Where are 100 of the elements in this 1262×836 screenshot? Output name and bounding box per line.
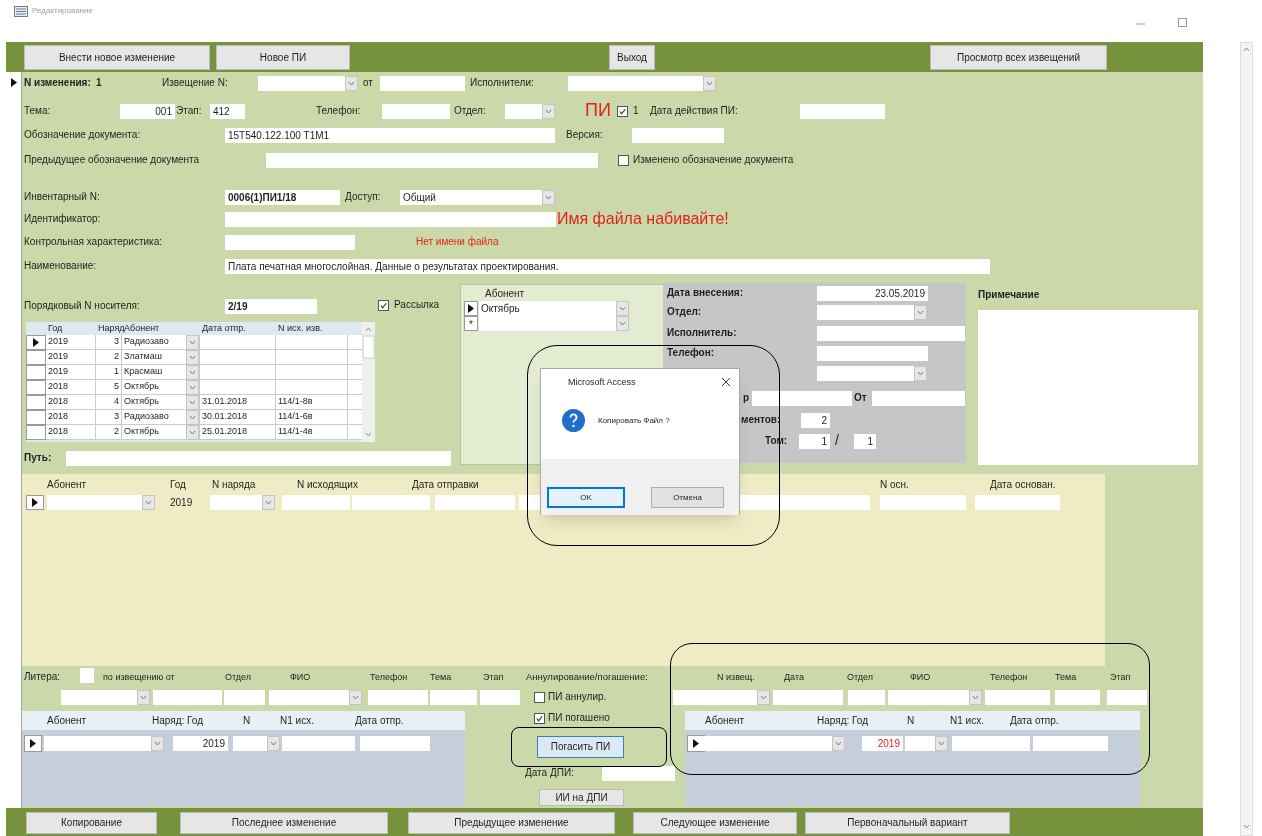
checkbox[interactable] bbox=[534, 692, 545, 703]
input-field[interactable] bbox=[740, 495, 870, 510]
input-field[interactable] bbox=[773, 690, 843, 705]
input-field[interactable]: 23.05.2019 bbox=[817, 286, 928, 301]
toolbar-button[interactable]: Новое ПИ bbox=[216, 45, 350, 70]
maximize-icon[interactable] bbox=[1178, 18, 1187, 27]
input-field[interactable] bbox=[752, 391, 852, 406]
navigation-button[interactable]: Первоначальный вариант bbox=[805, 812, 1010, 834]
input-field[interactable]: 2/19 bbox=[225, 299, 317, 314]
checkbox[interactable] bbox=[534, 713, 545, 724]
input-field[interactable] bbox=[80, 668, 94, 683]
navigation-button[interactable]: Следующее изменение bbox=[633, 812, 797, 834]
input-field[interactable] bbox=[985, 690, 1050, 705]
input-field[interactable] bbox=[880, 495, 966, 510]
input-field[interactable] bbox=[266, 153, 598, 168]
note-field[interactable] bbox=[978, 310, 1198, 465]
field-label: Предыдущее обозначение документа bbox=[24, 153, 200, 167]
input-field[interactable] bbox=[1107, 690, 1147, 705]
input-field[interactable] bbox=[848, 690, 885, 705]
combo-box[interactable] bbox=[258, 76, 358, 91]
checkbox[interactable] bbox=[378, 300, 389, 311]
input-field[interactable] bbox=[360, 736, 430, 751]
input-field[interactable] bbox=[952, 736, 1030, 751]
input-field[interactable] bbox=[975, 495, 1060, 510]
input-field[interactable] bbox=[282, 736, 355, 751]
column-header: N исх. изв. bbox=[277, 322, 324, 335]
caret-icon bbox=[616, 316, 629, 331]
combo-box[interactable] bbox=[905, 736, 948, 751]
input-field[interactable] bbox=[382, 104, 450, 119]
row-selector[interactable] bbox=[464, 301, 478, 316]
row-selector[interactable] bbox=[26, 335, 46, 350]
combo-box[interactable] bbox=[505, 104, 555, 119]
input-field[interactable] bbox=[225, 235, 355, 250]
input-field[interactable] bbox=[153, 690, 222, 705]
combo-box[interactable] bbox=[888, 690, 982, 705]
combo-box[interactable] bbox=[817, 305, 927, 320]
input-field[interactable] bbox=[1033, 736, 1108, 751]
input-field[interactable] bbox=[66, 451, 451, 466]
dpi-button[interactable]: ИИ на ДПИ bbox=[539, 789, 624, 806]
combo-box[interactable] bbox=[817, 366, 927, 381]
column-header: Год bbox=[170, 478, 186, 492]
input-field[interactable]: 412 bbox=[210, 104, 245, 119]
input-field[interactable] bbox=[800, 104, 885, 119]
scrollbar[interactable] bbox=[1240, 42, 1253, 836]
navigation-button[interactable]: Предыдущее изменение bbox=[408, 812, 615, 834]
input-field[interactable]: 001 bbox=[120, 104, 175, 119]
close-icon[interactable] bbox=[721, 377, 731, 387]
input-field[interactable] bbox=[1055, 690, 1100, 705]
navigation-button[interactable]: Последнее изменение bbox=[180, 812, 388, 834]
combo-box[interactable]: Общий bbox=[400, 190, 555, 205]
dialog-button[interactable]: OK bbox=[547, 487, 625, 508]
field-value: 1 bbox=[633, 104, 639, 118]
input-field[interactable] bbox=[225, 212, 556, 227]
input-field[interactable] bbox=[380, 76, 465, 91]
combo-box[interactable]: Октябрь bbox=[479, 301, 629, 316]
checkbox[interactable] bbox=[617, 106, 628, 117]
combo-box[interactable]: Октябрь bbox=[122, 425, 200, 440]
input-field[interactable]: Плата печатная многослойная. Данные о результатах проектирования. bbox=[225, 259, 990, 274]
input-field[interactable] bbox=[282, 495, 350, 510]
combo-box[interactable] bbox=[568, 76, 716, 91]
toolbar-button[interactable]: Внести новое изменение bbox=[24, 45, 210, 70]
input-field[interactable]: 2 bbox=[801, 413, 830, 428]
navigation-button[interactable]: Копирование bbox=[26, 812, 157, 834]
repay-button[interactable]: Погасить ПИ bbox=[537, 736, 624, 758]
input-field[interactable]: 1 bbox=[799, 434, 830, 449]
input-field[interactable]: 15Т540.122.100 Т1М1 bbox=[225, 128, 555, 143]
input-field[interactable] bbox=[224, 690, 265, 705]
input-field[interactable] bbox=[430, 690, 477, 705]
input-field[interactable] bbox=[872, 391, 965, 406]
row-selector[interactable] bbox=[26, 495, 44, 510]
combo-box[interactable] bbox=[233, 736, 280, 751]
input-field[interactable]: 1 bbox=[854, 434, 876, 449]
input-field[interactable] bbox=[480, 690, 520, 705]
combo-box[interactable] bbox=[673, 690, 770, 705]
checkbox[interactable] bbox=[618, 155, 629, 166]
row-selector[interactable] bbox=[687, 735, 705, 752]
combo-box[interactable] bbox=[210, 495, 275, 510]
input-field[interactable]: 2019 bbox=[173, 736, 228, 751]
column-header: Абонент bbox=[47, 714, 87, 728]
combo-box[interactable] bbox=[269, 690, 362, 705]
field-label: р bbox=[743, 391, 750, 405]
minimize-icon[interactable] bbox=[1136, 23, 1145, 25]
input-field[interactable] bbox=[817, 346, 928, 361]
toolbar-button[interactable]: Просмотр всех извещений bbox=[930, 45, 1107, 70]
input-field[interactable] bbox=[817, 326, 965, 341]
row-selector[interactable]: * bbox=[464, 316, 478, 331]
scrollbar[interactable] bbox=[362, 322, 375, 442]
combo-box[interactable] bbox=[61, 690, 150, 705]
input-field[interactable] bbox=[368, 690, 428, 705]
input-field[interactable] bbox=[519, 495, 540, 510]
input-field[interactable] bbox=[352, 495, 430, 510]
dialog-button[interactable]: Отмена bbox=[651, 487, 724, 508]
input-field[interactable] bbox=[435, 495, 515, 510]
caret-icon bbox=[914, 366, 927, 381]
row-selector[interactable] bbox=[24, 735, 42, 752]
input-field[interactable]: 0006(1)ПИ1/18 bbox=[225, 190, 340, 205]
input-field[interactable]: 2019 bbox=[862, 736, 903, 751]
toolbar-button[interactable]: Выход bbox=[609, 45, 655, 70]
input-field[interactable] bbox=[632, 128, 724, 143]
column-header: Дата отпр. bbox=[1010, 714, 1059, 728]
